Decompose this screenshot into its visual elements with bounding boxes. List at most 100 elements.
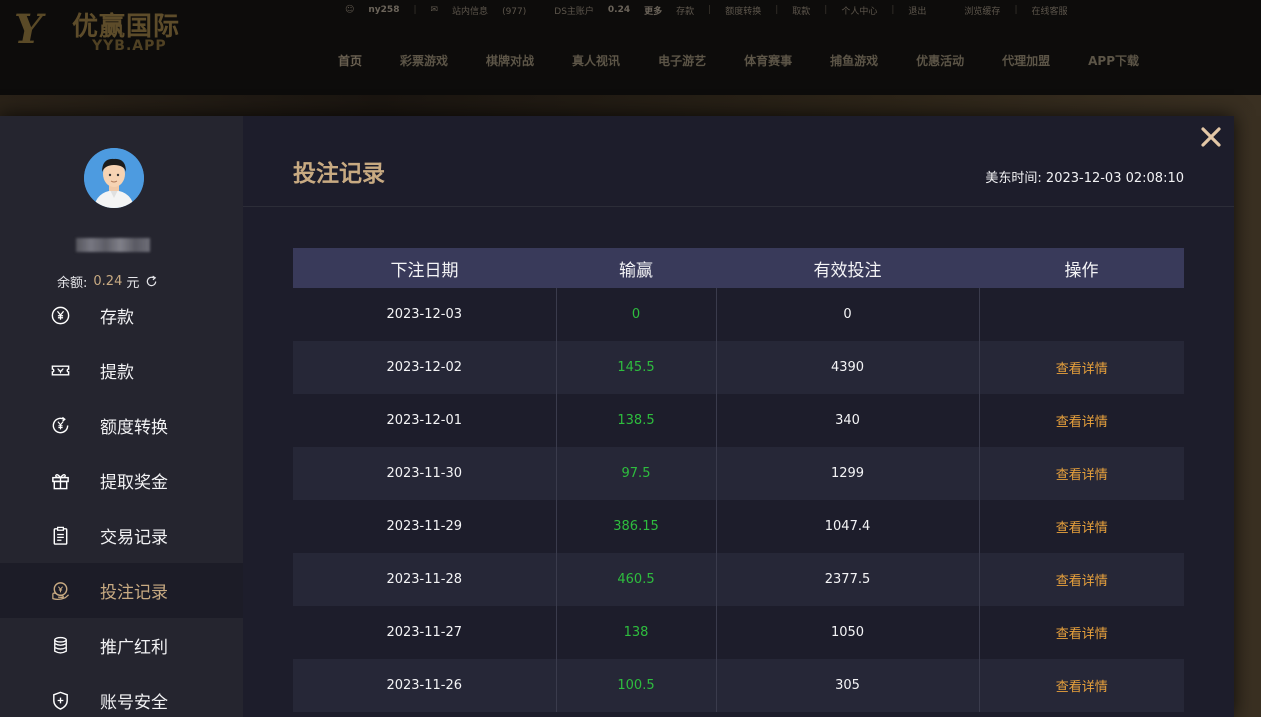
sidebar-item-label: 推广红利 [100, 638, 168, 658]
sidebar-item-account-security[interactable]: 账号安全 [0, 673, 243, 717]
gift-icon [52, 474, 69, 490]
sidebar-item-label: 提款 [100, 363, 134, 383]
cell-win-loss: 460.5 [556, 553, 717, 606]
sidebar-item-label: 存款 [100, 308, 134, 328]
topbar-messages-link[interactable]: 站内信息 (977) [452, 4, 540, 17]
coins-icon [54, 636, 67, 654]
cell-action [979, 288, 1184, 341]
transfer-icon [52, 416, 69, 434]
shield-icon [53, 691, 68, 710]
cell-action: 查看详情 [979, 500, 1184, 553]
cell-action: 查看详情 [979, 394, 1184, 447]
eastern-time-clock: 美东时间: 2023-12-03 02:08:10 [985, 167, 1184, 186]
cell-bet-date: 2023-12-01 [293, 394, 557, 447]
cell-valid-bet: 4390 [716, 341, 980, 394]
cell-action: 查看详情 [979, 553, 1184, 606]
avatar [84, 148, 144, 208]
sidebar-item-label: 投注记录 [100, 583, 168, 603]
sidebar-item-label: 提取奖金 [100, 473, 168, 493]
nav-item-app-download[interactable]: APP下载 [1088, 52, 1139, 69]
topbar-link-logout[interactable]: 退出 [908, 4, 926, 17]
sidebar-item-transfer[interactable]: 额度转换 [0, 398, 243, 453]
sidebar-item-claim-bonus[interactable]: 提取奖金 [0, 453, 243, 508]
nav-item-chess[interactable]: 棋牌对战 [486, 52, 534, 69]
topbar-messages-count: (977) [502, 6, 527, 17]
view-details-link[interactable]: 查看详情 [1056, 468, 1108, 483]
cell-action: 查看详情 [979, 659, 1184, 712]
site-logo-mark[interactable]: Y [14, 8, 68, 52]
topbar-link-deposit[interactable]: 存款 [676, 4, 694, 17]
sidebar-item-deposit[interactable]: 存款 [0, 288, 243, 343]
sidebar-item-transactions[interactable]: 交易记录 [0, 508, 243, 563]
view-details-link[interactable]: 查看详情 [1056, 362, 1108, 377]
column-header-bet-date: 下注日期 [293, 248, 556, 288]
table-row: 2023-11-29 386.15 1047.4 查看详情 [293, 500, 1184, 553]
column-header-win-loss: 输赢 [556, 248, 716, 288]
sidebar-item-withdraw[interactable]: 提款 [0, 343, 243, 398]
view-details-link[interactable]: 查看详情 [1056, 680, 1108, 695]
cell-bet-date: 2023-11-28 [293, 553, 557, 606]
site-logo-sub: YYB.APP [92, 38, 167, 54]
cell-win-loss: 138.5 [556, 394, 717, 447]
cell-valid-bet: 0 [716, 288, 980, 341]
topbar-link-transfer[interactable]: 额度转换 [725, 4, 761, 17]
nav-item-sports[interactable]: 体育赛事 [744, 52, 792, 69]
account-sidebar: 余额: 0.24 元 存款 提款 额度转换 提取奖金 交易记录 投注记录 推广红… [0, 116, 243, 717]
balance-amount: 0.24 [93, 274, 123, 289]
cell-valid-bet: 1050 [716, 606, 980, 659]
topbar-link-support[interactable]: 在线客服 [1031, 4, 1067, 17]
column-header-valid-bet: 有效投注 [716, 248, 979, 288]
topbar-username: ny258 [368, 5, 400, 15]
cell-bet-date: 2023-11-29 [293, 500, 557, 553]
table-row: 2023-12-01 138.5 340 查看详情 [293, 394, 1184, 447]
table-row: 2023-11-30 97.5 1299 查看详情 [293, 447, 1184, 500]
cell-valid-bet: 340 [716, 394, 980, 447]
cell-action: 查看详情 [979, 447, 1184, 500]
nav-item-slots[interactable]: 电子游艺 [658, 52, 706, 69]
bet-records-table: 下注日期 输赢 有效投注 操作 2023-12-03 0 0 2023-12-02 14… [293, 248, 1184, 712]
sidebar-item-referral-bonus[interactable]: 推广红利 [0, 618, 243, 673]
topbar-link-clear-cache[interactable]: 浏览缓存 [964, 4, 1000, 17]
table-row: 2023-11-26 100.5 305 查看详情 [293, 659, 1184, 712]
topbar-divider: | [413, 5, 417, 15]
bet-record-icon [52, 582, 70, 600]
cell-action: 查看详情 [979, 341, 1184, 394]
table-header-row: 下注日期 输赢 有效投注 操作 [293, 248, 1184, 288]
cell-win-loss: 0 [556, 288, 717, 341]
mail-icon: ✉ [430, 5, 439, 15]
topbar-link-withdraw[interactable]: 取款 [792, 4, 810, 17]
view-details-link[interactable]: 查看详情 [1056, 521, 1108, 536]
nav-item-promotions[interactable]: 优惠活动 [916, 52, 964, 69]
nav-item-live[interactable]: 真人视讯 [572, 52, 620, 69]
clipboard-icon [53, 526, 68, 545]
close-icon[interactable] [1199, 125, 1223, 149]
view-details-link[interactable]: 查看详情 [1056, 574, 1108, 589]
site-main-nav: 首页 彩票游戏 棋牌对战 真人视讯 电子游艺 体育赛事 捕鱼游戏 优惠活动 代理… [338, 52, 1177, 69]
cell-win-loss: 97.5 [556, 447, 717, 500]
cell-bet-date: 2023-12-03 [293, 288, 557, 341]
view-details-link[interactable]: 查看详情 [1056, 415, 1108, 430]
cell-win-loss: 100.5 [556, 659, 717, 712]
header-divider [243, 206, 1234, 207]
sidebar-item-bet-records[interactable]: 投注记录 [0, 563, 243, 618]
sidebar-item-label: 交易记录 [100, 528, 168, 548]
nav-item-fishing[interactable]: 捕鱼游戏 [830, 52, 878, 69]
cell-bet-date: 2023-12-02 [293, 341, 557, 394]
nav-item-home[interactable]: 首页 [338, 52, 362, 69]
cell-win-loss: 145.5 [556, 341, 717, 394]
username-redacted [76, 238, 150, 252]
cell-valid-bet: 1047.4 [716, 500, 980, 553]
table-row: 2023-11-28 460.5 2377.5 查看详情 [293, 553, 1184, 606]
refresh-icon[interactable] [145, 275, 158, 288]
nav-item-agent[interactable]: 代理加盟 [1002, 52, 1050, 69]
nav-item-lottery[interactable]: 彩票游戏 [400, 52, 448, 69]
cell-valid-bet: 2377.5 [716, 553, 980, 606]
sidebar-item-label: 账号安全 [100, 693, 168, 713]
cell-action: 查看详情 [979, 606, 1184, 659]
clock-label: 美东时间: [985, 171, 1042, 186]
cell-valid-bet: 305 [716, 659, 980, 712]
topbar-link-profile[interactable]: 个人中心 [841, 4, 877, 17]
view-details-link[interactable]: 查看详情 [1056, 627, 1108, 642]
page-title: 投注记录 [293, 161, 385, 187]
topbar-more-link[interactable]: 更多 [644, 4, 662, 17]
